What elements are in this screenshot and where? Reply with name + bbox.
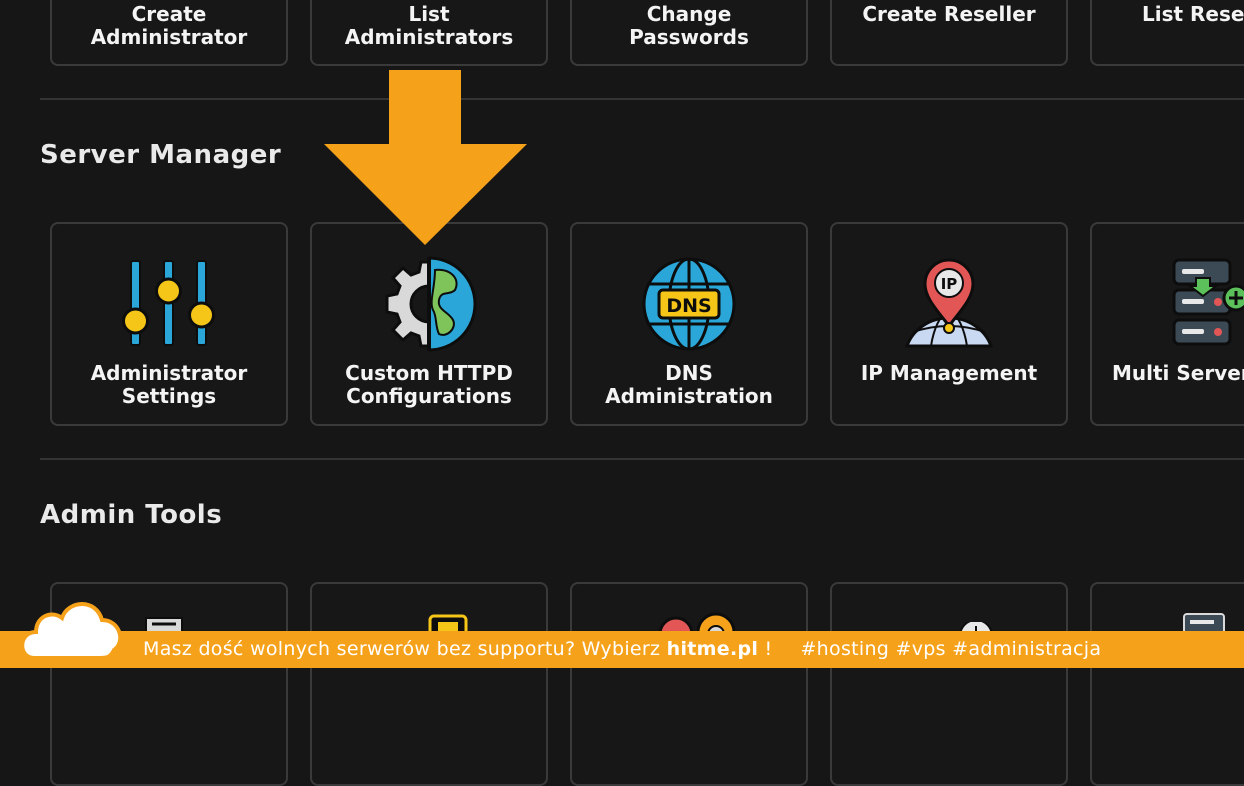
tile-label: Custom HTTPD Configurations bbox=[345, 361, 513, 408]
tile-label: List Resell bbox=[1142, 2, 1244, 26]
section-divider bbox=[40, 458, 1244, 460]
dns-globe-icon: DNS bbox=[642, 257, 736, 351]
banner-suffix: ! bbox=[758, 638, 773, 660]
tile-label: Multi Server bbox=[1112, 361, 1244, 385]
cloud-logo-icon bbox=[20, 602, 123, 660]
tile-admin-tool-5[interactable] bbox=[1090, 582, 1244, 786]
section-title-server-manager: Server Manager bbox=[40, 140, 282, 170]
tile-label: IP Management bbox=[860, 361, 1038, 385]
tile-list-administrators[interactable]: List Administrators bbox=[310, 0, 548, 66]
tile-multi-server[interactable]: Multi Server bbox=[1090, 222, 1244, 426]
tile-admin-tool-3[interactable] bbox=[570, 582, 808, 786]
tile-create-administrator[interactable]: Create Administrator bbox=[50, 0, 288, 66]
tile-ip-management[interactable]: IP IP Management bbox=[830, 222, 1068, 426]
server-add-icon bbox=[1172, 258, 1244, 346]
promo-banner: Masz dość wolnych serwerów bez supportu?… bbox=[0, 631, 1244, 668]
section-title-admin-tools: Admin Tools bbox=[40, 500, 223, 530]
tile-change-passwords[interactable]: Change Passwords bbox=[570, 0, 808, 66]
tile-list-resellers[interactable]: List Resell bbox=[1090, 0, 1244, 66]
tile-label: Change Passwords bbox=[629, 2, 749, 49]
svg-text:DNS: DNS bbox=[666, 295, 711, 317]
tile-label: List Administrators bbox=[344, 2, 514, 49]
tile-administrator-settings[interactable]: Administrator Settings bbox=[50, 222, 288, 426]
tile-custom-httpd-configurations[interactable]: Custom HTTPD Configurations bbox=[310, 222, 548, 426]
tile-label: Create Reseller bbox=[862, 2, 1036, 26]
gear-globe-icon bbox=[385, 256, 477, 352]
banner-brand[interactable]: hitme.pl bbox=[667, 638, 759, 660]
section-divider bbox=[40, 98, 1244, 100]
svg-text:IP: IP bbox=[941, 275, 958, 293]
sliders-icon bbox=[122, 260, 215, 346]
tile-admin-tool-4[interactable] bbox=[830, 582, 1068, 786]
tile-create-reseller[interactable]: Create Reseller bbox=[830, 0, 1068, 66]
banner-text: Masz dość wolnych serwerów bez supportu?… bbox=[143, 631, 1101, 668]
tile-admin-tool-2[interactable] bbox=[310, 582, 548, 786]
tile-label: DNS Administration bbox=[605, 361, 773, 408]
banner-prefix: Masz dość wolnych serwerów bez supportu?… bbox=[143, 638, 667, 660]
tile-label: Create Administrator bbox=[90, 2, 248, 49]
tile-dns-administration[interactable]: DNS DNS Administration bbox=[570, 222, 808, 426]
banner-tags: #hosting #vps #administracja bbox=[800, 638, 1102, 660]
tile-label: Administrator Settings bbox=[90, 361, 248, 408]
ip-location-pin-icon: IP bbox=[904, 258, 994, 348]
arrow-down-icon bbox=[324, 70, 527, 245]
